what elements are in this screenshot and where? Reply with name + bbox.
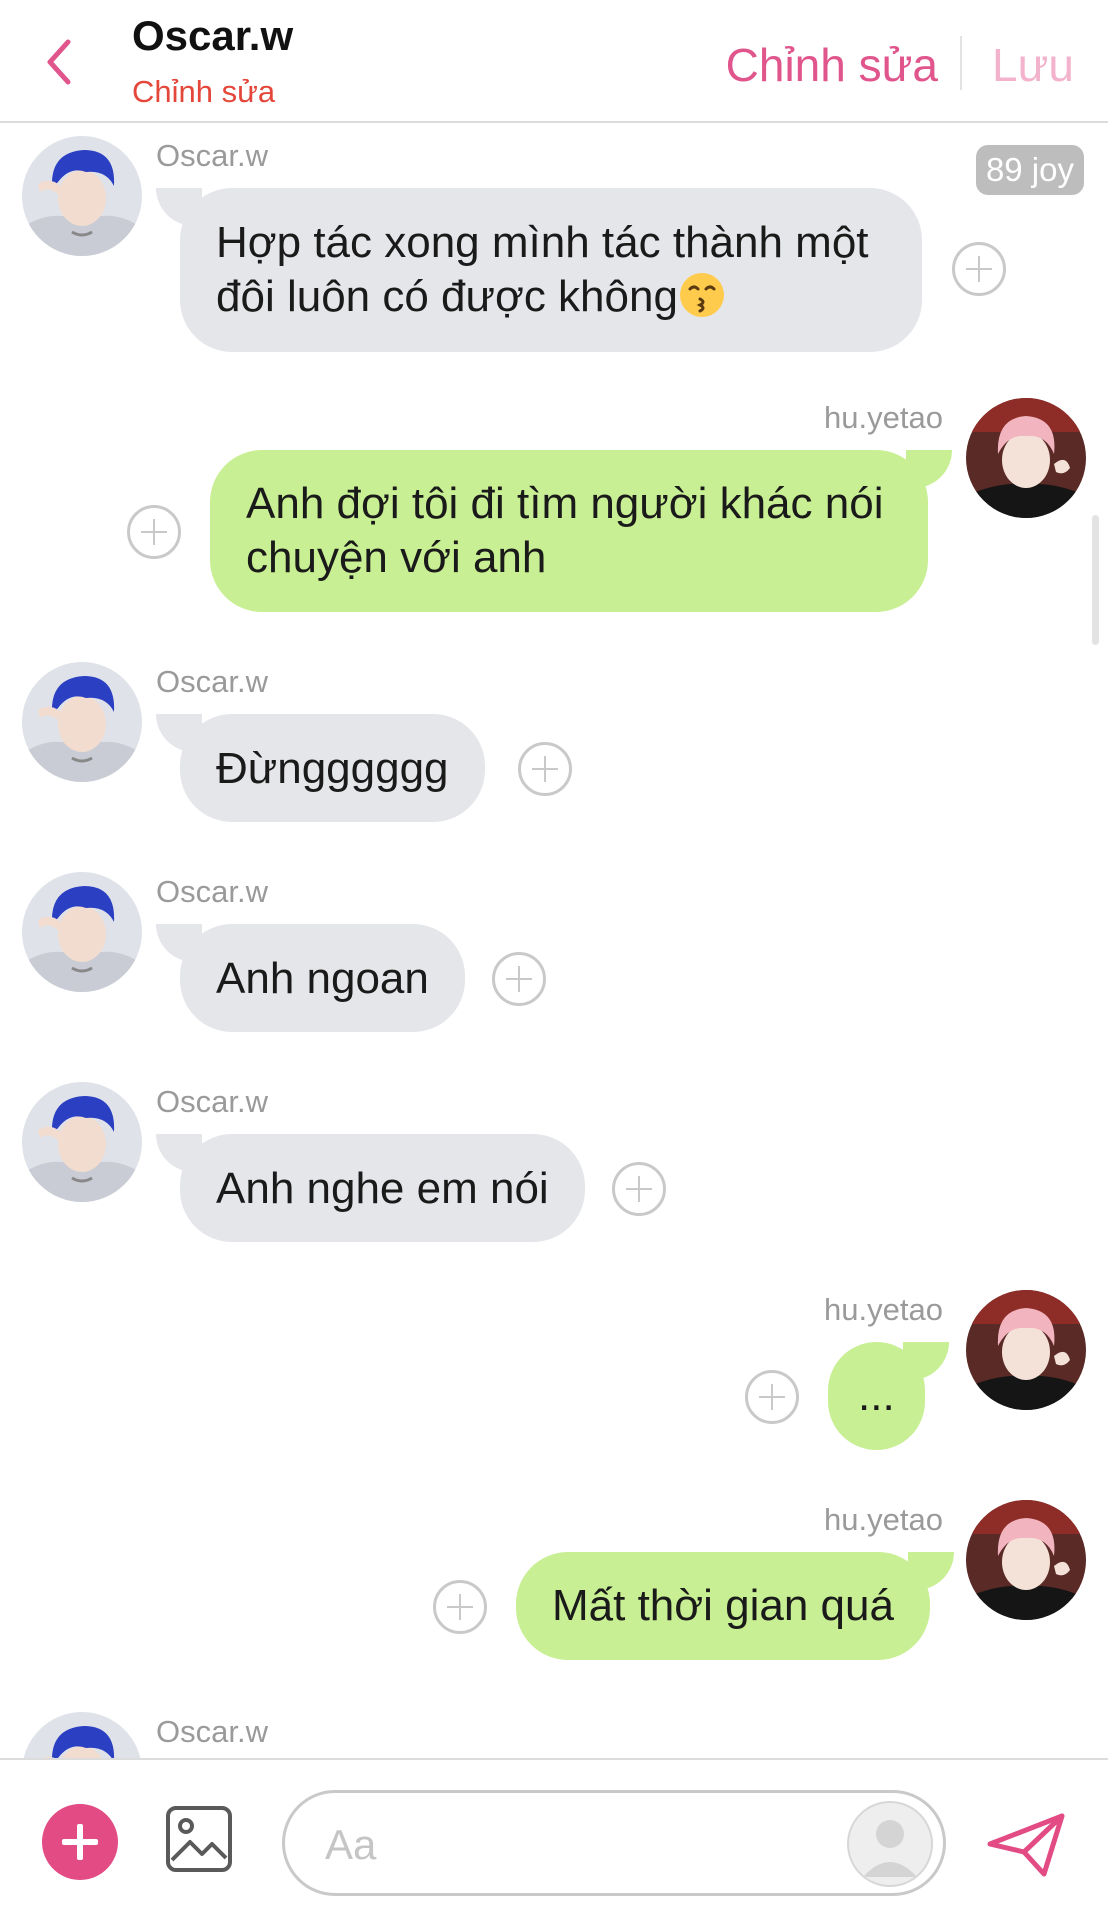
chat-header: Oscar.w Chỉnh sửa Chỉnh sửa Lưu xyxy=(0,0,1108,123)
send-icon[interactable] xyxy=(984,1810,1068,1880)
message-bubble[interactable]: Anh đợi tôi đi tìm người khác nói chuyện… xyxy=(210,450,952,612)
sender-name: Oscar.w xyxy=(156,1084,268,1119)
sender-name: Oscar.w xyxy=(156,874,268,909)
edit-button[interactable]: Chỉnh sửa xyxy=(726,38,938,92)
avatar[interactable] xyxy=(22,136,142,256)
message-bubble[interactable]: Đừngggggg xyxy=(156,714,485,822)
react-plus-icon[interactable] xyxy=(433,1580,487,1634)
save-button[interactable]: Lưu xyxy=(992,38,1074,92)
react-plus-icon[interactable] xyxy=(745,1370,799,1424)
sender-name: Oscar.w xyxy=(156,138,268,173)
react-plus-icon[interactable] xyxy=(492,952,546,1006)
image-icon[interactable] xyxy=(164,1804,234,1874)
avatar[interactable] xyxy=(22,1082,142,1202)
input-placeholder: Aa xyxy=(325,1821,377,1868)
header-divider xyxy=(960,36,962,90)
plus-icon[interactable] xyxy=(42,1804,118,1880)
react-plus-icon[interactable] xyxy=(952,242,1006,296)
message-bubble[interactable]: Anh nghe em nói xyxy=(156,1134,585,1242)
chevron-left-icon[interactable] xyxy=(40,32,80,92)
react-plus-icon[interactable] xyxy=(518,742,572,796)
sender-name: hu.yetao xyxy=(824,1502,943,1537)
message-bubble[interactable]: Anh ngoan xyxy=(156,924,465,1032)
avatar[interactable] xyxy=(966,1500,1086,1620)
scrollbar[interactable] xyxy=(1092,515,1099,645)
react-plus-icon[interactable] xyxy=(127,505,181,559)
header-subtitle: Chỉnh sửa xyxy=(132,74,276,109)
joy-badge: 89 joy xyxy=(975,145,1084,195)
message-bubble[interactable]: ... xyxy=(828,1342,949,1450)
kissing-face-icon xyxy=(679,273,724,317)
sender-name: Oscar.w xyxy=(156,664,268,699)
react-plus-icon[interactable] xyxy=(612,1162,666,1216)
message-bubble[interactable]: Mất thời gian quá xyxy=(516,1552,954,1660)
message-input[interactable]: Aa xyxy=(282,1790,946,1896)
composer-bar: Aa xyxy=(0,1758,1108,1922)
avatar-icon[interactable] xyxy=(847,1801,933,1887)
sender-name: Oscar.w xyxy=(156,1714,268,1749)
avatar[interactable] xyxy=(22,872,142,992)
avatar[interactable] xyxy=(966,398,1086,518)
avatar[interactable] xyxy=(966,1290,1086,1410)
sender-name: hu.yetao xyxy=(824,400,943,435)
avatar[interactable] xyxy=(22,662,142,782)
contact-name: Oscar.w xyxy=(132,12,294,59)
message-text: Hợp tác xong mình tác thành một đôi luôn… xyxy=(216,218,869,321)
message-bubble[interactable]: Hợp tác xong mình tác thành một đôi luôn… xyxy=(156,188,922,352)
sender-name: hu.yetao xyxy=(824,1292,943,1327)
